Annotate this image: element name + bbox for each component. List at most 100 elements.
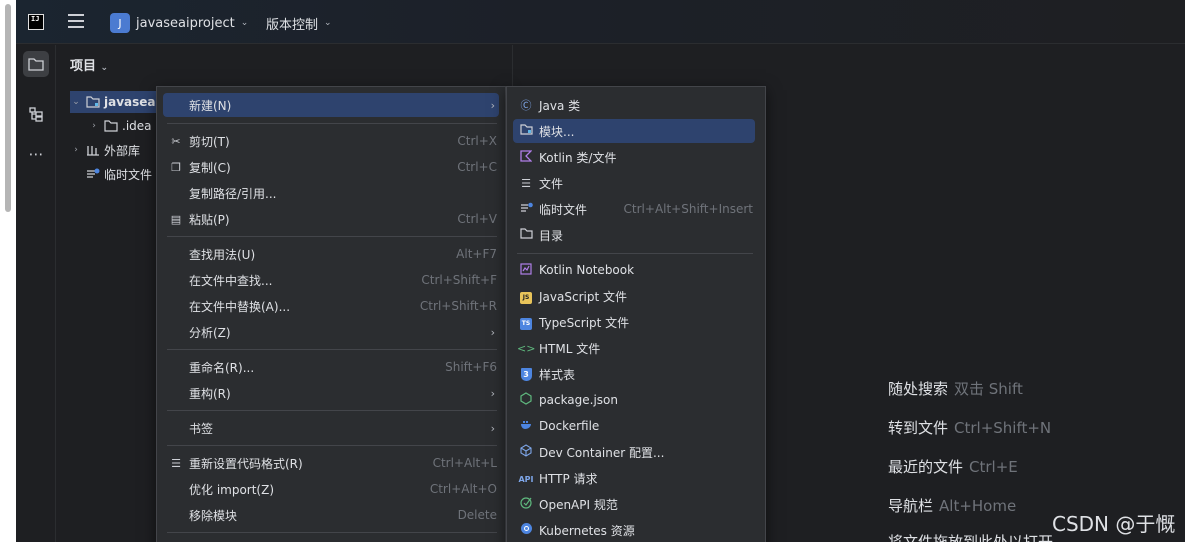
menu-item-shortcut: Ctrl+Shift+F	[421, 273, 497, 287]
menu-item-shortcut: Ctrl+Alt+O	[429, 482, 497, 496]
tree-item-idea[interactable]: › .idea	[88, 115, 152, 137]
new-submenu: Ⓒ Java 类 模块... Kotlin 类/文件 ☰ 文件 临时文件 Ctr…	[506, 86, 766, 542]
menu-item-reformat-code[interactable]: ☰ 重新设置代码格式(R) Ctrl+Alt+L	[163, 451, 499, 475]
submenu-item-http-request[interactable]: API HTTP 请求	[513, 466, 755, 490]
submenu-item-javascript[interactable]: JS JavaScript 文件	[513, 284, 755, 308]
kubernetes-icon	[517, 522, 535, 538]
submenu-item-scratch-file[interactable]: 临时文件 Ctrl+Alt+Shift+Insert	[513, 197, 755, 221]
ide-window: IJ J javaseaiproject ⌄ 版本控制 ⌄ ⋯ 项目 ⌄ ⌄ j…	[16, 0, 1185, 542]
menu-item-remove-module[interactable]: 移除模块 Delete	[163, 503, 499, 527]
menu-separator	[517, 253, 753, 254]
hint-shortcut: Alt+Home	[939, 497, 1017, 515]
chevron-down-icon[interactable]: ⌄	[70, 97, 82, 107]
menu-item-copy-path[interactable]: 复制路径/引用...	[163, 181, 499, 205]
hint-goto-file: 转到文件 Ctrl+Shift+N	[888, 417, 1051, 438]
panel-title-label: 项目	[70, 59, 97, 74]
chevron-right-icon: ›	[490, 386, 495, 400]
watermark: CSDN @于慨	[1052, 512, 1176, 536]
menu-item-copy[interactable]: ❐ 复制(C) Ctrl+C	[163, 155, 499, 179]
menu-item-cut[interactable]: ✂ 剪切(T) Ctrl+X	[163, 129, 499, 153]
more-tools-icon[interactable]: ⋯	[23, 141, 49, 167]
menu-item-replace-in-files[interactable]: 在文件中替换(A)... Ctrl+Shift+R	[163, 294, 499, 318]
tree-item-scratches[interactable]: 临时文件	[82, 163, 152, 185]
chevron-right-icon: ›	[490, 421, 495, 435]
menu-separator	[167, 445, 497, 446]
menu-item-rename[interactable]: 重命名(R)... Shift+F6	[163, 355, 499, 379]
menu-item-label: 粘贴(P)	[189, 212, 230, 227]
menu-item-paste[interactable]: ▤ 粘贴(P) Ctrl+V	[163, 207, 499, 231]
hint-label: 将文件拖放到此处以打开	[888, 533, 1054, 542]
menu-item-optimize-imports[interactable]: 优化 import(Z) Ctrl+Alt+O	[163, 477, 499, 501]
chevron-right-icon[interactable]: ›	[88, 121, 100, 131]
tree-item-external-libraries[interactable]: › 外部库	[70, 139, 140, 161]
scrollbar-thumb[interactable]	[5, 4, 11, 212]
folder-icon	[517, 228, 535, 242]
docker-icon	[517, 419, 535, 433]
menu-separator	[167, 236, 497, 237]
chevron-right-icon: ›	[490, 98, 495, 112]
submenu-item-kubernetes[interactable]: Kubernetes 资源	[513, 518, 755, 542]
javascript-icon: JS	[517, 289, 535, 304]
submenu-item-dockerfile[interactable]: Dockerfile	[513, 414, 755, 438]
submenu-item-html[interactable]: <> HTML 文件	[513, 336, 755, 360]
submenu-item-module[interactable]: 模块...	[513, 119, 755, 143]
submenu-item-dev-container[interactable]: Dev Container 配置...	[513, 440, 755, 464]
menu-item-shortcut: Shift+F6	[445, 360, 497, 374]
panel-title[interactable]: 项目 ⌄	[70, 55, 108, 74]
chevron-down-icon: ⌄	[324, 18, 332, 28]
hint-navigation-bar: 导航栏 Alt+Home	[888, 495, 1016, 516]
project-avatar: J	[110, 13, 130, 33]
dev-container-icon	[517, 444, 535, 460]
menu-item-find-in-files[interactable]: 在文件中查找... Ctrl+Shift+F	[163, 268, 499, 292]
menu-separator	[167, 123, 497, 124]
openapi-icon	[517, 496, 535, 512]
menu-item-label: Kotlin 类/文件	[539, 150, 617, 165]
submenu-item-stylesheet[interactable]: 3 样式表	[513, 362, 755, 386]
project-folder-icon[interactable]	[23, 51, 49, 77]
tree-item-label: .idea	[122, 119, 152, 133]
menu-item-shortcut: Ctrl+X	[457, 134, 497, 148]
menu-item-bookmarks[interactable]: 书签 ›	[163, 416, 499, 440]
intellij-logo-icon[interactable]: IJ	[28, 14, 44, 30]
menu-item-analyze[interactable]: 分析(Z) ›	[163, 320, 499, 344]
menu-item-label: Kubernetes 资源	[539, 523, 635, 538]
submenu-item-java-class[interactable]: Ⓒ Java 类	[513, 93, 755, 117]
menu-item-label: Dev Container 配置...	[539, 445, 665, 460]
menu-item-label: 移除模块	[189, 508, 238, 523]
menu-item-label: Dockerfile	[539, 419, 600, 433]
context-menu: 新建(N) › ✂ 剪切(T) Ctrl+X ❐ 复制(C) Ctrl+C 复制…	[156, 86, 506, 542]
submenu-item-kotlin[interactable]: Kotlin 类/文件	[513, 145, 755, 169]
submenu-item-package-json[interactable]: package.json	[513, 388, 755, 412]
submenu-item-openapi[interactable]: OpenAPI 规范	[513, 492, 755, 516]
copy-icon: ❐	[171, 160, 181, 174]
hint-label: 转到文件	[888, 419, 949, 437]
menu-separator	[167, 532, 497, 533]
menu-item-shortcut: Ctrl+Alt+L	[432, 456, 497, 470]
menu-item-label: TypeScript 文件	[539, 315, 630, 330]
title-bar: IJ J javaseaiproject ⌄ 版本控制 ⌄	[16, 0, 1185, 44]
menu-item-find-usages[interactable]: 查找用法(U) Alt+F7	[163, 242, 499, 266]
menu-item-label: 分析(Z)	[189, 325, 231, 340]
vcs-menu[interactable]: 版本控制 ⌄	[266, 12, 332, 34]
tree-item-label: 外部库	[104, 143, 141, 158]
project-switcher[interactable]: J javaseaiproject ⌄	[110, 12, 248, 34]
menu-item-new[interactable]: 新建(N) ›	[163, 93, 499, 117]
menu-item-shortcut: Ctrl+Alt+Shift+Insert	[623, 202, 753, 216]
structure-icon[interactable]	[23, 101, 49, 127]
scissors-icon: ✂	[171, 134, 181, 148]
menu-item-label: 查找用法(U)	[189, 247, 256, 262]
main-menu-icon[interactable]	[68, 14, 84, 30]
menu-item-shortcut: Ctrl+Shift+R	[419, 299, 497, 313]
submenu-item-typescript[interactable]: TS TypeScript 文件	[513, 310, 755, 334]
chevron-right-icon[interactable]: ›	[70, 145, 82, 155]
nodejs-icon	[517, 392, 535, 408]
chevron-down-icon: ⌄	[100, 63, 109, 73]
menu-item-label: 在文件中替换(A)...	[189, 299, 291, 314]
menu-item-refactor[interactable]: 重构(R) ›	[163, 381, 499, 405]
hint-label: 最近的文件	[888, 458, 964, 476]
java-class-icon: Ⓒ	[520, 99, 532, 112]
submenu-item-file[interactable]: ☰ 文件	[513, 171, 755, 195]
submenu-item-directory[interactable]: 目录	[513, 223, 755, 247]
project-name: javaseaiproject	[136, 15, 235, 31]
submenu-item-kotlin-notebook[interactable]: Kotlin Notebook	[513, 258, 755, 282]
